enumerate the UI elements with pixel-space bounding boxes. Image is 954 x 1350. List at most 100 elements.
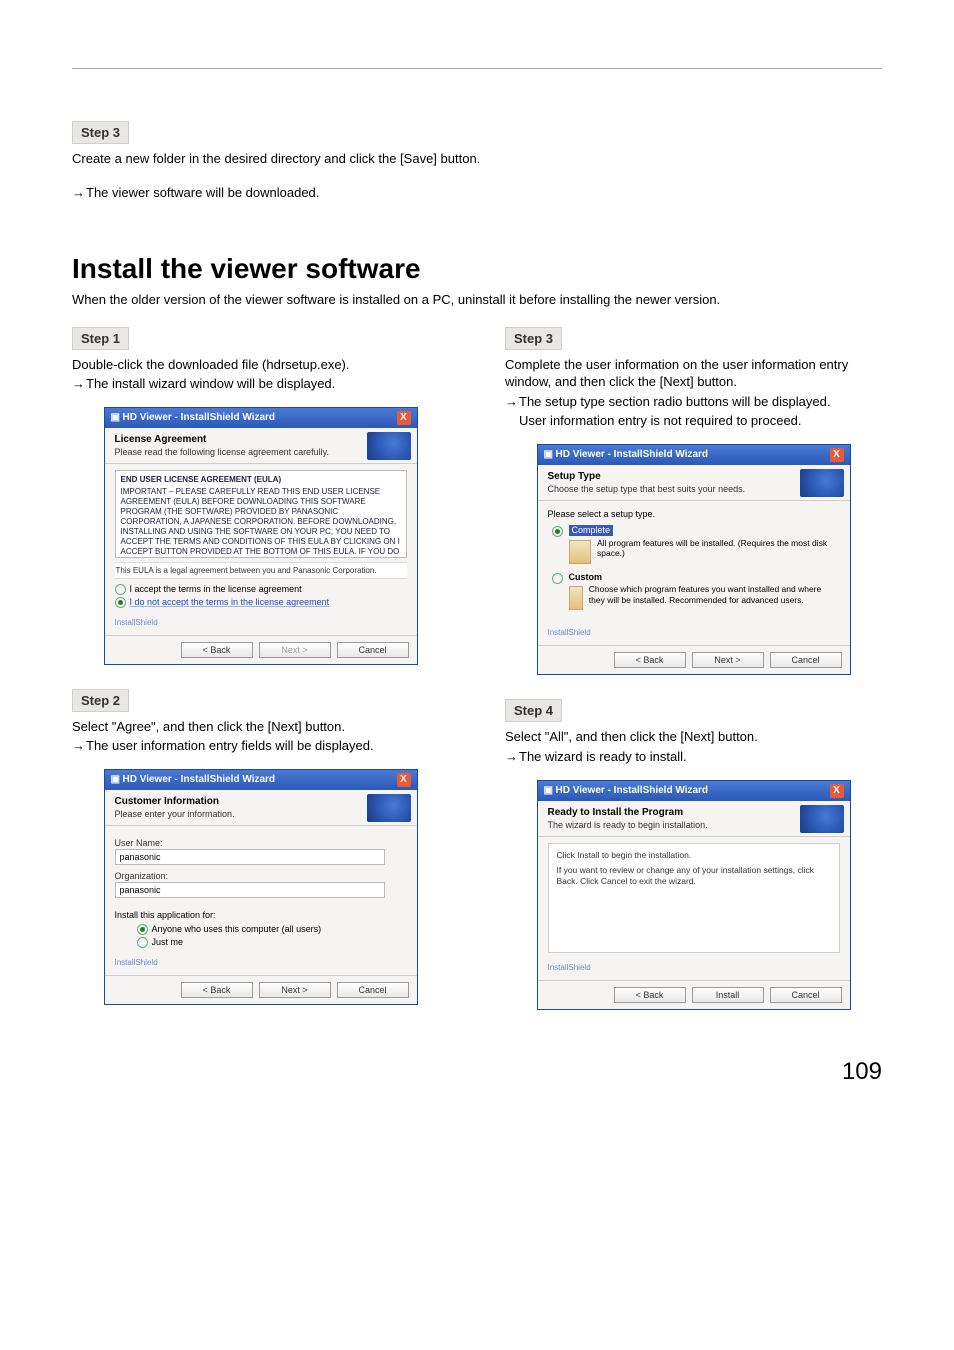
- radio-icon: [115, 597, 126, 608]
- radio-icon: [552, 526, 563, 537]
- cust-heading: Customer Information: [115, 796, 407, 807]
- install-button[interactable]: Install: [692, 987, 764, 1003]
- ready-line2: If you want to review or change any of y…: [557, 865, 831, 888]
- eula-textbox[interactable]: END USER LICENSE AGREEMENT (EULA) IMPORT…: [115, 470, 407, 558]
- step2-arrow: The user information entry fields will b…: [72, 737, 449, 755]
- step3-arrow: The setup type section radio buttons wil…: [505, 393, 882, 411]
- step3-chip: Step 3: [505, 327, 562, 350]
- back-button[interactable]: < Back: [614, 987, 686, 1003]
- user-name-label: User Name:: [115, 838, 407, 848]
- step1-chip: Step 1: [72, 327, 129, 350]
- customer-info-dialog: ▣HD Viewer - InstallShield Wizard X Cust…: [104, 769, 418, 1005]
- app-icon: ▣: [111, 774, 123, 785]
- user-name-field[interactable]: panasonic: [115, 849, 385, 865]
- banner-graphic: [367, 432, 411, 460]
- ready-line1: Click Install to begin the installation.: [557, 850, 831, 861]
- cancel-button[interactable]: Cancel: [770, 652, 842, 668]
- section-intro: When the older version of the viewer sof…: [72, 291, 882, 309]
- installshield-brand: InstallShield: [548, 963, 840, 972]
- back-button[interactable]: < Back: [181, 642, 253, 658]
- option-custom-desc: Choose which program features you want i…: [589, 584, 840, 610]
- left-column: Step 1 Double-click the downloaded file …: [72, 327, 449, 1034]
- radio-icon: [137, 924, 148, 935]
- installshield-brand: InstallShield: [548, 628, 840, 637]
- app-icon: ▣: [544, 449, 556, 460]
- drive-icon: [569, 540, 592, 564]
- dialog-title: HD Viewer - InstallShield Wizard: [556, 449, 709, 460]
- option-complete[interactable]: Complete All program features will be in…: [548, 525, 840, 564]
- cust-sub: Please enter your information.: [115, 809, 407, 819]
- banner-graphic: [367, 794, 411, 822]
- radio-icon: [115, 584, 126, 595]
- step1-arrow: The install wizard window will be displa…: [72, 375, 449, 393]
- step2-chip: Step 2: [72, 689, 129, 712]
- dialog-button-bar: < Back Next > Cancel: [105, 975, 417, 1004]
- installshield-brand: InstallShield: [115, 618, 407, 627]
- radio-just-me[interactable]: Just me: [137, 937, 407, 948]
- setup-type-dialog: ▣HD Viewer - InstallShield Wizard X Setu…: [537, 444, 851, 676]
- radio-decline-label: I do not accept the terms in the license…: [130, 597, 330, 607]
- dialog-header: Customer Information Please enter your i…: [105, 790, 417, 826]
- option-complete-desc: All program features will be installed. …: [597, 538, 840, 564]
- dialog-title: HD Viewer - InstallShield Wizard: [123, 774, 276, 785]
- step4-chip: Step 4: [505, 699, 562, 722]
- eula-footer-line: This EULA is a legal agreement between y…: [115, 562, 407, 579]
- license-dialog: ▣HD Viewer - InstallShield Wizard X Lice…: [104, 407, 418, 665]
- dialog-button-bar: < Back Next > Cancel: [538, 645, 850, 674]
- dialog-button-bar: < Back Install Cancel: [538, 980, 850, 1009]
- next-button[interactable]: Next >: [692, 652, 764, 668]
- dialog-titlebar: ▣HD Viewer - InstallShield Wizard X: [105, 770, 417, 790]
- close-icon[interactable]: X: [397, 411, 411, 425]
- license-heading: License Agreement: [115, 434, 407, 445]
- setup-heading: Setup Type: [548, 471, 840, 482]
- step1-text: Double-click the downloaded file (hdrset…: [72, 356, 449, 374]
- close-icon[interactable]: X: [397, 773, 411, 787]
- step3-text: Complete the user information on the use…: [505, 356, 882, 391]
- app-icon: ▣: [544, 785, 556, 796]
- step4-text: Select "All", and then click the [Next] …: [505, 728, 882, 746]
- radio-just-me-label: Just me: [152, 937, 184, 947]
- eula-heading: END USER LICENSE AGREEMENT (EULA): [121, 475, 401, 485]
- license-sub: Please read the following license agreem…: [115, 447, 407, 457]
- next-button[interactable]: Next >: [259, 982, 331, 998]
- installshield-brand: InstallShield: [115, 958, 407, 967]
- setup-please: Please select a setup type.: [548, 509, 840, 519]
- step3-arrow2: User information entry is not required t…: [505, 412, 882, 430]
- step-chip-pre: Step 3: [72, 121, 129, 144]
- next-button[interactable]: Next >: [259, 642, 331, 658]
- dialog-header: License Agreement Please read the follow…: [105, 428, 417, 464]
- back-button[interactable]: < Back: [181, 982, 253, 998]
- option-custom-name: Custom: [569, 572, 840, 583]
- eula-body: IMPORTANT – PLEASE CAREFULLY READ THIS E…: [121, 487, 401, 558]
- banner-graphic: [800, 469, 844, 497]
- pre-step-arrow: The viewer software will be downloaded.: [72, 184, 882, 202]
- radio-decline[interactable]: I do not accept the terms in the license…: [115, 597, 407, 608]
- option-custom[interactable]: Custom Choose which program features you…: [548, 572, 840, 611]
- radio-icon: [552, 573, 563, 584]
- step2-text: Select "Agree", and then click the [Next…: [72, 718, 449, 736]
- app-icon: ▣: [111, 412, 123, 423]
- cancel-button[interactable]: Cancel: [337, 982, 409, 998]
- cancel-button[interactable]: Cancel: [337, 642, 409, 658]
- pre-step-text: Create a new folder in the desired direc…: [72, 150, 492, 168]
- dialog-titlebar: ▣HD Viewer - InstallShield Wizard X: [538, 445, 850, 465]
- dialog-titlebar: ▣HD Viewer - InstallShield Wizard X: [538, 781, 850, 801]
- step4-arrow: The wizard is ready to install.: [505, 748, 882, 766]
- radio-all-users[interactable]: Anyone who uses this computer (all users…: [137, 924, 407, 935]
- radio-accept[interactable]: I accept the terms in the license agreem…: [115, 584, 407, 595]
- dialog-title: HD Viewer - InstallShield Wizard: [556, 785, 709, 796]
- dialog-titlebar: ▣HD Viewer - InstallShield Wizard X: [105, 408, 417, 428]
- back-button[interactable]: < Back: [614, 652, 686, 668]
- ready-heading: Ready to Install the Program: [548, 807, 840, 818]
- install-for-label: Install this application for:: [115, 910, 407, 920]
- radio-icon: [137, 937, 148, 948]
- option-complete-name: Complete: [569, 525, 614, 536]
- close-icon[interactable]: X: [830, 784, 844, 798]
- close-icon[interactable]: X: [830, 448, 844, 462]
- organization-field[interactable]: panasonic: [115, 882, 385, 898]
- setup-sub: Choose the setup type that best suits yo…: [548, 484, 840, 494]
- cancel-button[interactable]: Cancel: [770, 987, 842, 1003]
- organization-label: Organization:: [115, 871, 407, 881]
- right-column: Step 3 Complete the user information on …: [505, 327, 882, 1034]
- radio-all-users-label: Anyone who uses this computer (all users…: [152, 924, 322, 934]
